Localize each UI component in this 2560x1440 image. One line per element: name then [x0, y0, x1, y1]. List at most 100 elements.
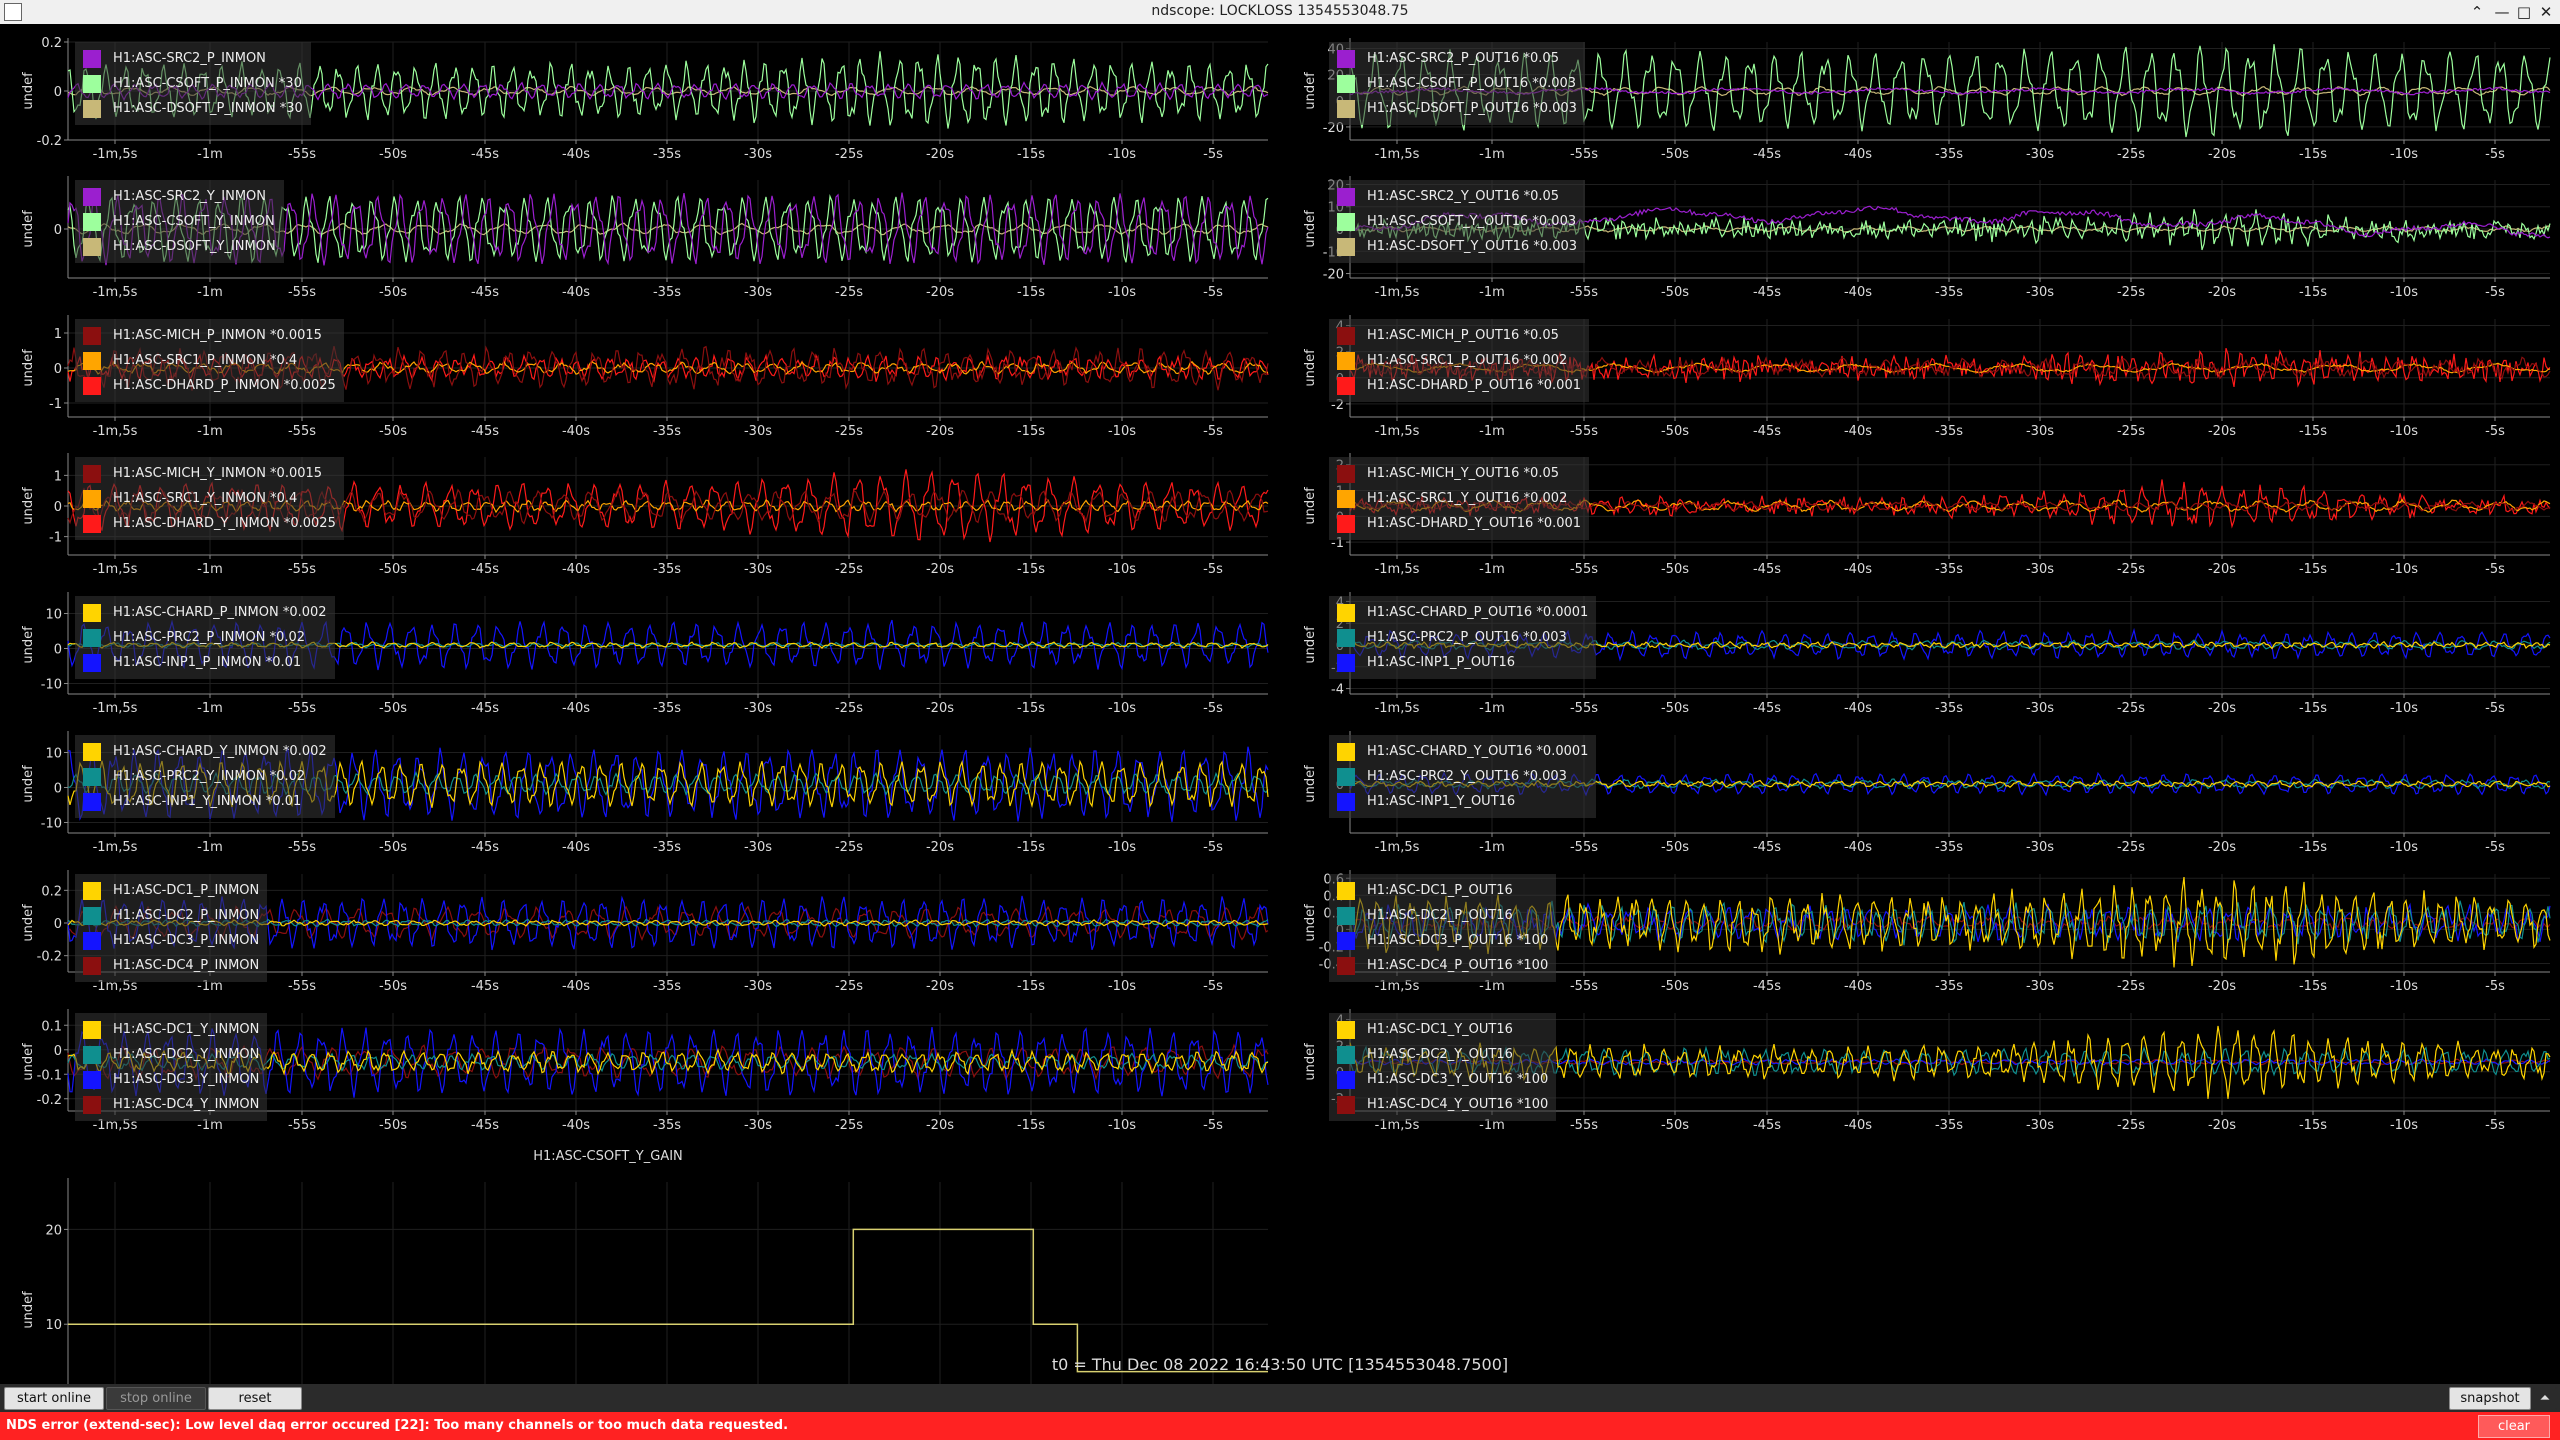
plot-2[interactable]: 0 undef -1m,5s -1m -55s -50s -45s -40s -35s -30s -… — [0, 170, 1270, 306]
x-tick-label: -1m,5s — [1375, 424, 1420, 439]
legend-item[interactable]: H1:ASC-MICH_Y_OUT16 *0.05 — [1337, 461, 1581, 486]
legend-item[interactable]: H1:ASC-SRC1_P_OUT16 *0.002 — [1337, 348, 1581, 373]
plot-area[interactable]: 0.2 0 -0.2 undef -1m,5s -1m -55s -50s -45s -40s -3… — [0, 24, 2560, 1440]
plot-6[interactable]: 1 0 -1 undef -1m,5s -1m -55s -50s -45s -40s -35s -3… — [0, 447, 1270, 583]
legend-item[interactable]: H1:ASC-DHARD_Y_INMON *0.0025 — [83, 511, 336, 536]
legend-item[interactable]: H1:ASC-CHARD_Y_OUT16 *0.0001 — [1337, 739, 1588, 764]
legend-item[interactable]: H1:ASC-DC1_P_OUT16 — [1337, 878, 1548, 903]
legend[interactable]: H1:ASC-CHARD_Y_INMON *0.002 H1:ASC-PRC2_Y… — [75, 735, 335, 818]
legend[interactable]: H1:ASC-CHARD_P_OUT16 *0.0001 H1:ASC-PRC2_… — [1329, 596, 1597, 679]
legend-item[interactable]: H1:ASC-DSOFT_Y_OUT16 *0.003 — [1337, 234, 1577, 259]
plot-16[interactable]: 20100undef-1m,5s-1m-55s-50s-45s-40s-35s-… — [0, 1149, 1270, 1440]
legend-item[interactable]: H1:ASC-DC1_P_INMON — [83, 878, 259, 903]
plot-8[interactable]: 10 0 -10 undef -1m,5s -1m -55s -50s -45s -40s -35s… — [0, 586, 1270, 722]
legend-item[interactable]: H1:ASC-DC3_Y_OUT16 *100 — [1337, 1067, 1548, 1092]
legend-item[interactable]: H1:ASC-SRC2_Y_INMON — [83, 184, 276, 209]
legend[interactable]: H1:ASC-DC1_P_INMON H1:ASC-DC2_P_INMON H1:A… — [75, 874, 268, 982]
legend[interactable]: H1:ASC-DC1_P_OUT16 H1:ASC-DC2_P_OUT16 H1:A… — [1329, 874, 1557, 982]
legend-item[interactable]: H1:ASC-CHARD_Y_INMON *0.002 — [83, 739, 327, 764]
legend[interactable]: H1:ASC-SRC2_Y_OUT16 *0.05 H1:ASC-CSOFT_Y_… — [1329, 180, 1586, 263]
legend-label: H1:ASC-DC4_Y_INMON — [113, 1097, 260, 1112]
legend-item[interactable]: H1:ASC-DC3_P_INMON — [83, 928, 259, 953]
legend-item[interactable]: H1:ASC-CSOFT_P_INMON *30 — [83, 71, 303, 96]
legend-item[interactable]: H1:ASC-DHARD_P_INMON *0.0025 — [83, 373, 336, 398]
legend-item[interactable]: H1:ASC-MICH_P_INMON *0.0015 — [83, 323, 336, 348]
legend-item[interactable]: H1:ASC-DHARD_Y_OUT16 *0.001 — [1337, 511, 1581, 536]
plot-11[interactable]: 0undef-1m,5s-1m-55s-50s-45s-40s-35s-30s-… — [1282, 725, 2552, 861]
maximize-button[interactable]: □ — [2514, 2, 2534, 22]
legend-item[interactable]: H1:ASC-MICH_P_OUT16 *0.05 — [1337, 323, 1581, 348]
legend-swatch-icon — [83, 932, 101, 950]
legend-item[interactable]: H1:ASC-MICH_Y_INMON *0.0015 — [83, 461, 336, 486]
legend-item[interactable]: H1:ASC-CHARD_P_INMON *0.002 — [83, 600, 327, 625]
minimize-button[interactable]: — — [2492, 2, 2512, 22]
legend-item[interactable]: H1:ASC-DC2_Y_INMON — [83, 1042, 259, 1067]
legend-item[interactable]: H1:ASC-DC4_P_OUT16 *100 — [1337, 953, 1548, 978]
legend-item[interactable]: H1:ASC-DSOFT_P_INMON *30 — [83, 96, 303, 121]
plot-5[interactable]: 420-2undef-1m,5s-1m-55s-50s-45s-40s-35s-… — [1282, 309, 2552, 445]
legend-item[interactable]: H1:ASC-DSOFT_Y_INMON — [83, 234, 276, 259]
legend-item[interactable]: H1:ASC-PRC2_P_INMON *0.02 — [83, 625, 327, 650]
legend-item[interactable]: H1:ASC-DC4_Y_INMON — [83, 1092, 259, 1117]
start-online-button[interactable]: start online — [4, 1387, 104, 1410]
legend-item[interactable]: H1:ASC-SRC2_P_INMON — [83, 46, 303, 71]
legend-item[interactable]: H1:ASC-SRC1_P_INMON *0.4 — [83, 348, 336, 373]
legend-item[interactable]: H1:ASC-SRC1_Y_OUT16 *0.002 — [1337, 486, 1581, 511]
legend-item[interactable]: H1:ASC-CHARD_P_OUT16 *0.0001 — [1337, 600, 1588, 625]
legend-item[interactable]: H1:ASC-DC3_Y_INMON — [83, 1067, 259, 1092]
legend[interactable]: H1:ASC-MICH_P_OUT16 *0.05 H1:ASC-SRC1_P_O… — [1329, 319, 1589, 402]
plot-3[interactable]: 20100-10-20undef-1m,5s-1m-55s-50s-45s-40… — [1282, 170, 2552, 306]
legend-swatch-icon — [1337, 604, 1355, 622]
legend-item[interactable]: H1:ASC-INP1_P_OUT16 — [1337, 650, 1588, 675]
legend-item[interactable]: H1:ASC-INP1_Y_INMON *0.01 — [83, 789, 327, 814]
legend[interactable]: H1:ASC-CHARD_Y_OUT16 *0.0001 H1:ASC-PRC2_… — [1329, 735, 1597, 818]
legend-item[interactable]: H1:ASC-DC1_Y_INMON — [83, 1017, 259, 1042]
plot-12[interactable]: 0.2 0 -0.2 undef -1m,5s -1m -55s -50s -45s -40s -3… — [0, 864, 1270, 1000]
legend-item[interactable]: H1:ASC-DC3_P_OUT16 *100 — [1337, 928, 1548, 953]
legend-item[interactable]: H1:ASC-DC2_P_OUT16 — [1337, 903, 1548, 928]
legend-item[interactable]: H1:ASC-SRC1_Y_INMON *0.4 — [83, 486, 336, 511]
legend-item[interactable]: H1:ASC-DHARD_P_OUT16 *0.001 — [1337, 373, 1581, 398]
plot-14[interactable]: 0.1 0 -0.1 -0.2 undef -1m,5s -1m -55s -50s -45s -4… — [0, 1003, 1270, 1139]
legend[interactable]: H1:ASC-SRC2_P_OUT16 *0.05 H1:ASC-CSOFT_P_… — [1329, 42, 1585, 125]
expand-icon[interactable]: ⏶ — [2533, 1387, 2557, 1410]
legend-item[interactable]: H1:ASC-INP1_Y_OUT16 — [1337, 789, 1588, 814]
legend-item[interactable]: H1:ASC-DC4_Y_OUT16 *100 — [1337, 1092, 1548, 1117]
plot-4[interactable]: 1 0 -1 undef -1m,5s -1m -55s -50s -45s -40s -35s -3… — [0, 309, 1270, 445]
legend-item[interactable]: H1:ASC-CSOFT_Y_OUT16 *0.003 — [1337, 209, 1577, 234]
plot-0[interactable]: 0.2 0 -0.2 undef -1m,5s -1m -55s -50s -45s -40s -3… — [0, 32, 1270, 168]
plot-9[interactable]: 420-2-4undef-1m,5s-1m-55s-50s-45s-40s-35… — [1282, 586, 2552, 722]
clear-error-button[interactable]: clear — [2478, 1415, 2550, 1438]
plot-10[interactable]: 10 0 -10 undef -1m,5s -1m -55s -50s -45s -40s -35s… — [0, 725, 1270, 861]
legend-item[interactable]: H1:ASC-SRC2_Y_OUT16 *0.05 — [1337, 184, 1577, 209]
legend-item[interactable]: H1:ASC-SRC2_P_OUT16 *0.05 — [1337, 46, 1577, 71]
legend-item[interactable]: H1:ASC-DC2_P_INMON — [83, 903, 259, 928]
legend[interactable]: H1:ASC-MICH_Y_OUT16 *0.05 H1:ASC-SRC1_Y_O… — [1329, 457, 1590, 540]
legend[interactable]: H1:ASC-MICH_P_INMON *0.0015 H1:ASC-SRC1_P… — [75, 319, 344, 402]
legend[interactable]: H1:ASC-CHARD_P_INMON *0.002 H1:ASC-PRC2_P… — [75, 596, 335, 679]
plot-7[interactable]: 210-1undef-1m,5s-1m-55s-50s-45s-40s-35s-… — [1282, 447, 2552, 583]
legend-item[interactable]: H1:ASC-PRC2_P_OUT16 *0.003 — [1337, 625, 1588, 650]
reset-button[interactable]: reset — [208, 1387, 302, 1410]
shade-button[interactable]: ⌃ — [2467, 2, 2487, 22]
legend-item[interactable]: H1:ASC-PRC2_Y_INMON *0.02 — [83, 764, 327, 789]
legend-item[interactable]: H1:ASC-PRC2_Y_OUT16 *0.003 — [1337, 764, 1588, 789]
close-button[interactable]: ✕ — [2536, 2, 2556, 22]
legend[interactable]: H1:ASC-MICH_Y_INMON *0.0015 H1:ASC-SRC1_Y… — [75, 457, 344, 540]
plot-1[interactable]: 40200-20undef-1m,5s-1m-55s-50s-45s-40s-3… — [1282, 32, 2552, 168]
legend-item[interactable]: H1:ASC-DC4_P_INMON — [83, 953, 259, 978]
legend-item[interactable]: H1:ASC-CSOFT_Y_INMON — [83, 209, 276, 234]
plot-15[interactable]: 420-2undef-1m,5s-1m-55s-50s-45s-40s-35s-… — [1282, 1003, 2552, 1139]
legend[interactable]: H1:ASC-SRC2_Y_INMON H1:ASC-CSOFT_Y_INMON H… — [75, 180, 284, 263]
legend[interactable]: H1:ASC-DC1_Y_INMON H1:ASC-DC2_Y_INMON H1:A… — [75, 1013, 268, 1121]
legend-item[interactable]: H1:ASC-INP1_P_INMON *0.01 — [83, 650, 327, 675]
legend-item[interactable]: H1:ASC-DSOFT_P_OUT16 *0.003 — [1337, 96, 1577, 121]
plot-13[interactable]: 0.60.40.20-0.2-0.4undef-1m,5s-1m-55s-50s… — [1282, 864, 2552, 1000]
legend-item[interactable]: H1:ASC-DC1_Y_OUT16 — [1337, 1017, 1548, 1042]
snapshot-button[interactable]: snapshot — [2449, 1387, 2531, 1410]
legend[interactable]: H1:ASC-DC1_Y_OUT16 H1:ASC-DC2_Y_OUT16 H1:A… — [1329, 1013, 1557, 1121]
legend[interactable]: H1:ASC-SRC2_P_INMON H1:ASC-CSOFT_P_INMON … — [75, 42, 311, 125]
legend-item[interactable]: H1:ASC-DC2_Y_OUT16 — [1337, 1042, 1548, 1067]
legend-item[interactable]: H1:ASC-CSOFT_P_OUT16 *0.003 — [1337, 71, 1577, 96]
stop-online-button[interactable]: stop online — [106, 1387, 206, 1410]
